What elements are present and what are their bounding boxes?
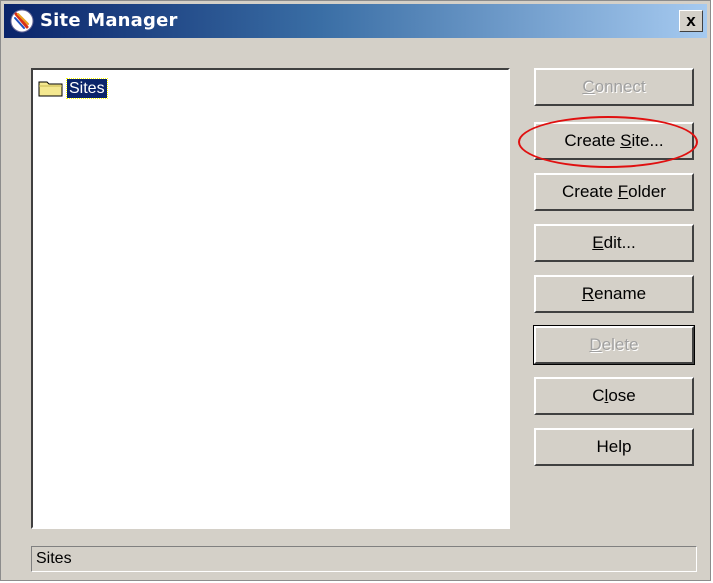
close-dialog-button[interactable]: Close [534,377,694,415]
close-icon: x [686,11,696,30]
delete-label-rest: elete [601,335,639,354]
edit-mnemonic: E [592,233,604,252]
tree-item-sites[interactable]: Sites [38,77,108,99]
delete-button[interactable]: Delete [533,325,695,365]
status-bar: Sites [31,546,697,572]
create-site-label-rest: ite... [631,131,664,150]
connect-label-rest: onnect [594,77,646,96]
window-title: Site Manager [40,10,178,31]
close-button[interactable]: x [679,10,703,32]
connect-mnemonic: C [582,77,595,96]
site-manager-window: Site Manager x Sites Connect Create Site… [0,0,711,581]
app-icon [10,9,34,33]
edit-button[interactable]: Edit... [534,224,694,262]
create-folder-mnemonic: F [617,182,629,201]
create-site-button[interactable]: Create Site... [534,122,694,160]
create-site-mnemonic: S [620,131,632,150]
folder-icon [38,81,63,97]
create-folder-label-rest: older [628,182,666,201]
delete-mnemonic: D [589,335,602,354]
help-button[interactable]: Help [534,428,694,466]
create-folder-button[interactable]: Create Folder [534,173,694,211]
create-site-label-prefix: Create [564,131,621,150]
connect-button[interactable]: Connect [534,68,694,106]
rename-mnemonic: R [581,284,595,303]
sites-tree[interactable]: Sites [31,68,510,529]
close-label-prefix: C [592,386,605,405]
help-label: Help [596,437,632,456]
status-text: Sites [36,550,72,567]
create-folder-label-prefix: Create [562,182,618,201]
rename-label-rest: ename [594,284,647,303]
close-label-rest: ose [608,386,636,405]
tree-item-label: Sites [66,77,108,99]
edit-label-rest: dit... [603,233,636,252]
rename-button[interactable]: Rename [534,275,694,313]
title-bar[interactable]: Site Manager x [4,4,707,38]
